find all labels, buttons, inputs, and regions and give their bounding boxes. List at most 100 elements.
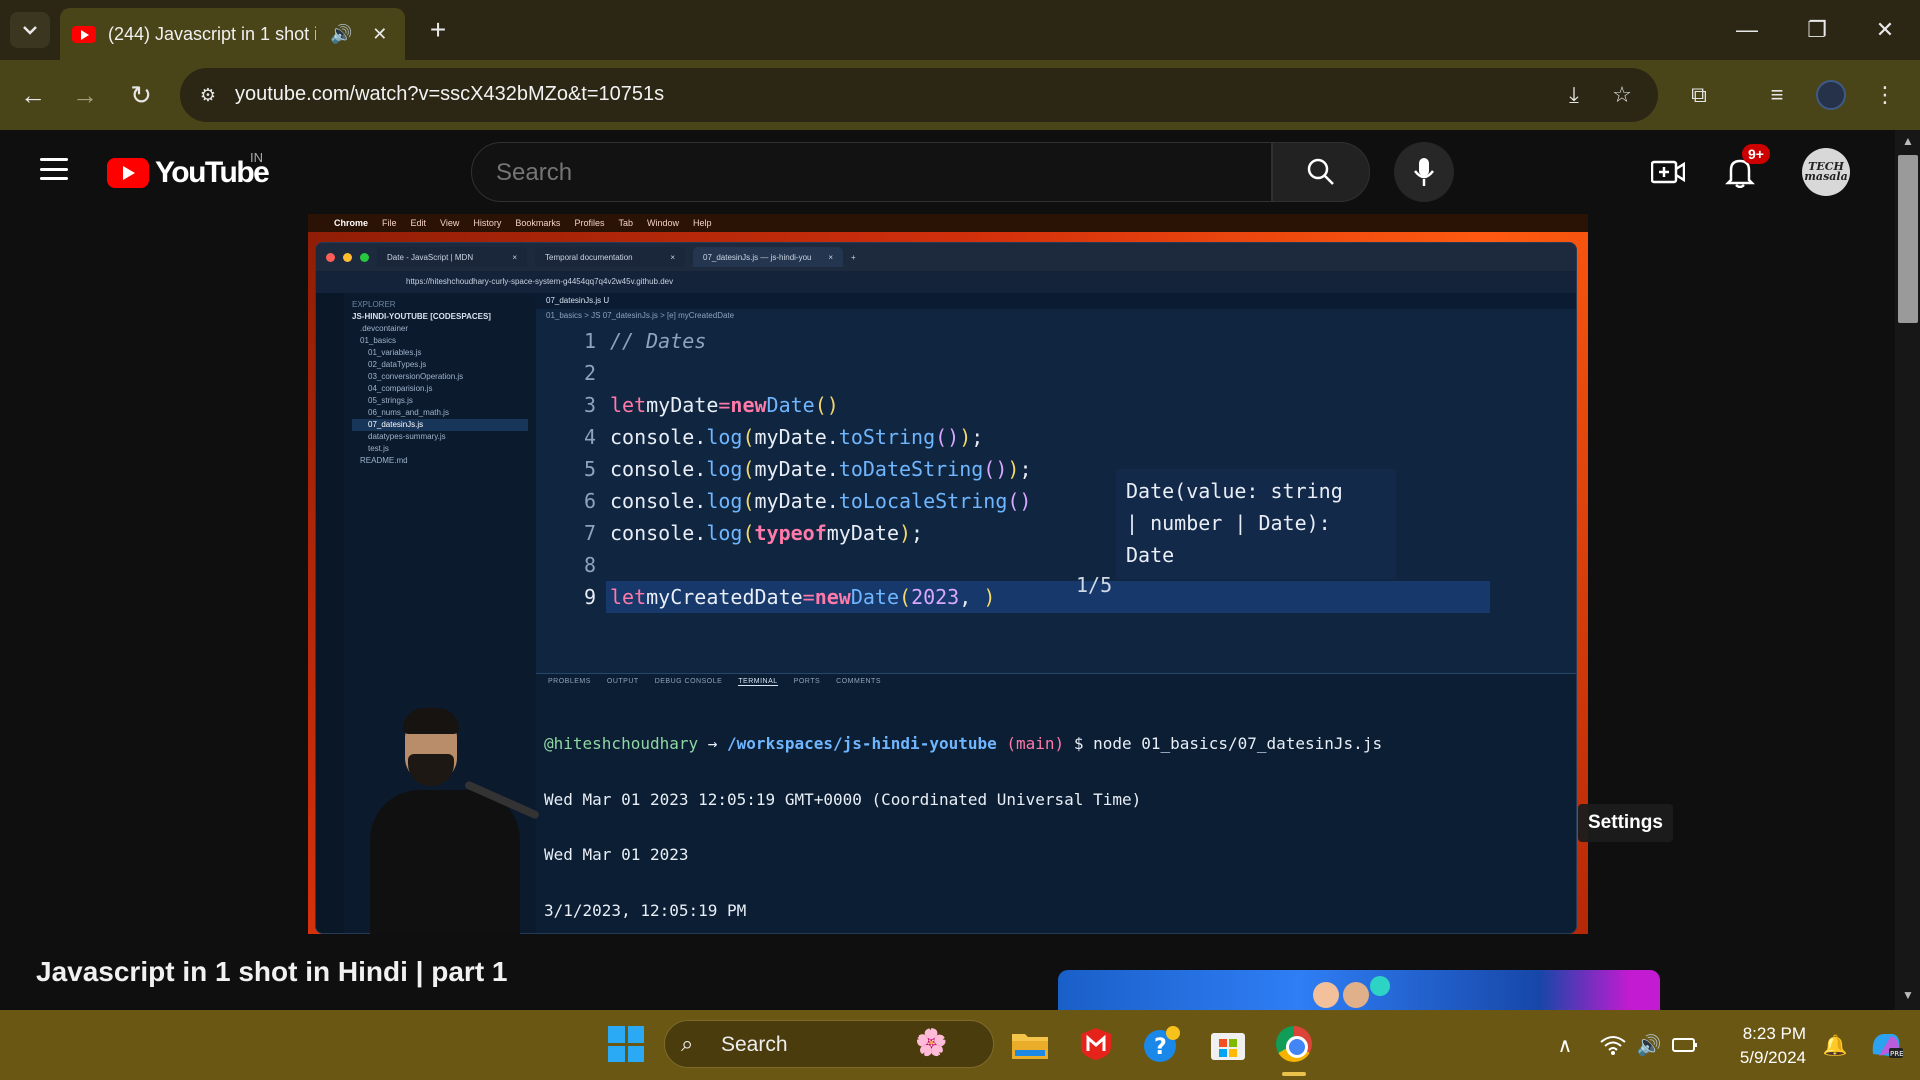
code-line-3: 3 let myDate = new Date() (583, 393, 839, 417)
notifications-icon[interactable]: 9+ (1720, 144, 1770, 192)
video-tab: Date - JavaScript | MDN × (377, 247, 527, 267)
search-icon: ⌕ (681, 1031, 694, 1056)
back-icon[interactable]: ← (14, 76, 52, 114)
more-menu-icon[interactable]: ⋮ (1868, 78, 1902, 112)
search-input[interactable] (496, 159, 1236, 187)
browser-toolbar: ← → ↻ ⚙ youtube.com/watch?v=sscX432bMZo&… (0, 60, 1920, 130)
video-new-tab-icon: + (851, 252, 856, 262)
panel-tab: PROBLEMS (548, 678, 591, 685)
promo-dot-icon (1370, 976, 1390, 996)
promo-banner[interactable] (1058, 970, 1660, 1010)
url-text[interactable]: youtube.com/watch?v=sscX432bMZo&t=10751s (235, 83, 664, 106)
explorer-item-selected: 07_datesinJs.js (352, 419, 528, 431)
search-button[interactable] (1272, 142, 1370, 202)
menu-icon[interactable] (40, 158, 68, 180)
youtube-favicon-icon (72, 25, 96, 43)
explorer-item: 01_basics (360, 336, 397, 345)
chrome-icon[interactable] (1274, 1024, 1314, 1064)
account-avatar[interactable]: TECH masala (1802, 148, 1850, 196)
close-window-icon[interactable]: ✕ (1858, 10, 1912, 50)
notification-badge: 9+ (1742, 144, 1770, 164)
media-control-icon[interactable]: ≡ (1760, 78, 1794, 112)
browser-tab-bar: (244) Javascript in 1 shot in 🔊 ✕ + — ❐ … (0, 0, 1920, 60)
explorer-item: 05_strings.js (368, 396, 413, 405)
copilot-icon[interactable]: PRE (1868, 1030, 1904, 1060)
terminal-line: Wed Mar 01 2023 (544, 845, 689, 864)
mac-menu-item: History (473, 218, 502, 228)
code-line-1: 1// Dates (583, 329, 707, 353)
site-info-icon[interactable]: ⚙ (194, 81, 222, 109)
mac-menu-item: Bookmarks (515, 218, 561, 228)
code-line-7: 7 console. log(typeof myDate); (583, 521, 924, 545)
panel-tab: COMMENTS (836, 678, 882, 685)
region-code: IN (250, 150, 263, 165)
terminal-line: @hiteshchoudhary → /workspaces/js-hindi-… (544, 734, 1383, 753)
explorer-item: test.js (368, 444, 389, 453)
minimize-icon[interactable]: — (1720, 10, 1774, 50)
explorer-item: 04_comparision.js (368, 384, 433, 393)
reload-icon[interactable]: ↻ (122, 76, 160, 114)
scroll-down-icon[interactable]: ▼ (1898, 988, 1918, 1008)
microphone-icon (1414, 158, 1434, 186)
close-tab-icon[interactable]: ✕ (367, 24, 393, 45)
extensions-icon[interactable]: ⧉ (1682, 78, 1716, 112)
profile-avatar[interactable] (1814, 78, 1848, 112)
notification-center-icon[interactable]: 🔔 (1820, 1030, 1850, 1060)
microsoft-store-icon[interactable] (1208, 1024, 1248, 1064)
youtube-logo[interactable]: YouTube (107, 156, 270, 190)
terminal-line: Wed Mar 01 2023 12:05:19 GMT+0000 (Coord… (544, 789, 1142, 809)
search-highlight-icon: 🌸 (915, 1027, 948, 1057)
mcafee-icon[interactable] (1076, 1024, 1116, 1064)
code-line-2: 2 (583, 361, 596, 385)
scroll-up-icon[interactable]: ▲ (1898, 134, 1918, 154)
explorer-item: 01_variables.js (368, 348, 422, 357)
mac-menu-item: Window (646, 218, 679, 228)
explorer-item: 02_dataTypes.js (368, 360, 427, 369)
voice-search-button[interactable] (1394, 142, 1454, 202)
panel-tab: PORTS (793, 678, 821, 685)
panel-tab-active: TERMINAL (738, 678, 778, 686)
editor-breadcrumbs: 01_basics > JS 07_datesinJs.js > [e] myC… (546, 311, 735, 320)
start-icon[interactable] (608, 1026, 644, 1062)
star-icon[interactable]: ☆ (1606, 80, 1638, 110)
taskbar-search[interactable]: ⌕ Search 🌸 (664, 1020, 994, 1068)
new-tab-button[interactable]: + (422, 14, 454, 46)
file-explorer-icon[interactable] (1010, 1024, 1050, 1064)
forward-icon[interactable]: → (66, 76, 104, 114)
address-bar[interactable]: ⚙ youtube.com/watch?v=sscX432bMZo&t=1075… (180, 68, 1658, 122)
youtube-header: YouTube IN 9+ TECH masala (0, 130, 1900, 214)
tab-list-icon[interactable] (10, 12, 50, 48)
mac-menu-item: Chrome (334, 218, 369, 228)
code-line-5: 5 console. log(myDate. toDateString()); (583, 457, 1032, 481)
volume-icon[interactable]: 🔊 (1634, 1030, 1664, 1060)
svg-text:PRE: PRE (1890, 1050, 1903, 1058)
minimize-dot-icon (343, 252, 352, 262)
code-line-9: 9 let myCreatedDate = new Date(2023, ) (583, 585, 996, 609)
terminal-tabs: PROBLEMS OUTPUT DEBUG CONSOLE TERMINAL P… (548, 678, 881, 686)
system-clock[interactable]: 8:23 PM 5/9/2024 (1720, 1022, 1806, 1070)
mac-menu-item: File (382, 218, 397, 228)
svg-text:?: ? (1154, 1035, 1167, 1060)
video-tab-active: 07_datesinJs.js — js-hindi-you × (693, 247, 843, 267)
panel-tab: OUTPUT (606, 678, 639, 685)
active-app-indicator (1282, 1072, 1306, 1076)
tooltip-line: | number | Date): (1126, 511, 1331, 535)
search-box[interactable] (471, 142, 1272, 202)
install-app-icon[interactable]: ⤓ (1558, 80, 1590, 110)
editor-tab: 07_datesinJs.js U (536, 293, 1576, 309)
video-player[interactable]: Chrome File Edit View History Bookmarks … (308, 214, 1588, 934)
terminal-line: 3/1/2023, 12:05:19 PM (544, 900, 747, 920)
create-video-icon[interactable] (1648, 152, 1688, 192)
battery-icon[interactable] (1670, 1030, 1700, 1060)
chevron-up-icon[interactable]: ∧ (1550, 1030, 1580, 1060)
zoom-dot-icon (360, 252, 369, 262)
overload-counter: 1/5 (1076, 573, 1113, 597)
browser-tab-youtube[interactable]: (244) Javascript in 1 shot in 🔊 ✕ (60, 8, 405, 60)
restore-icon[interactable]: ❐ (1790, 10, 1844, 50)
help-icon[interactable]: ? (1142, 1024, 1182, 1064)
youtube-logo-icon (107, 158, 149, 188)
wifi-icon[interactable] (1598, 1030, 1628, 1060)
search-icon (1307, 158, 1334, 185)
scrollbar-thumb[interactable] (1898, 155, 1918, 323)
speaker-icon[interactable]: 🔊 (328, 24, 354, 45)
